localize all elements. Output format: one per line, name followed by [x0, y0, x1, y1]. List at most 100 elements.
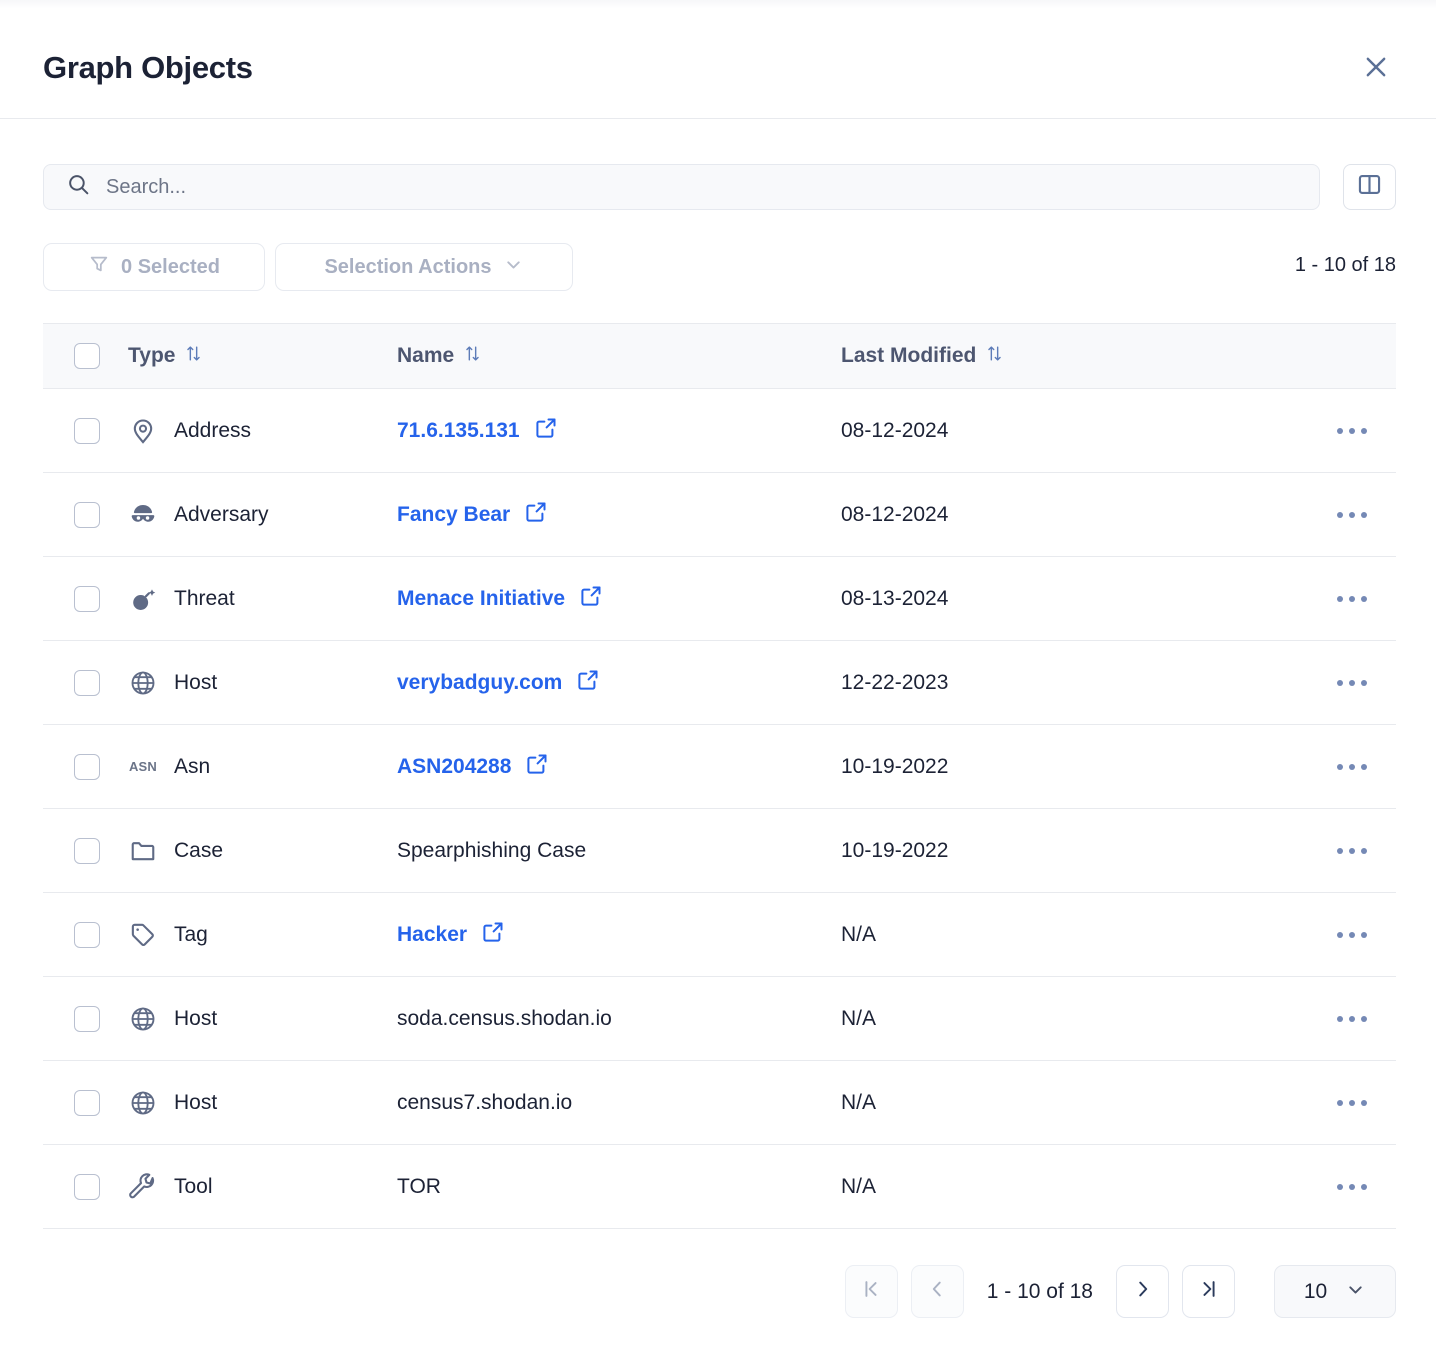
row-type-label: Tool: [174, 1175, 213, 1199]
ellipsis-icon[interactable]: [1333, 756, 1371, 778]
row-checkbox[interactable]: [74, 754, 100, 780]
table-row[interactable]: ThreatMenace Initiative08-13-2024: [43, 557, 1396, 641]
ellipsis-icon[interactable]: [1333, 1092, 1371, 1114]
row-checkbox[interactable]: [74, 838, 100, 864]
page-size-select[interactable]: 10: [1274, 1265, 1396, 1318]
row-name-cell: 71.6.135.131: [397, 416, 841, 445]
row-checkbox[interactable]: [74, 1174, 100, 1200]
ellipsis-icon[interactable]: [1333, 924, 1371, 946]
select-all-checkbox[interactable]: [74, 343, 100, 369]
row-type-cell: Host: [128, 1088, 397, 1118]
dialog-header: Graph Objects: [0, 8, 1436, 119]
row-checkbox[interactable]: [74, 670, 100, 696]
row-actions-cell: [1311, 672, 1396, 694]
panel-toggle-button[interactable]: [1343, 164, 1396, 210]
table-row[interactable]: ASNAsnASN20428810-19-2022: [43, 725, 1396, 809]
sort-updown-icon[interactable]: [463, 344, 482, 369]
filter-funnel-icon: [88, 253, 110, 281]
row-type-label: Address: [174, 419, 251, 443]
ellipsis-icon[interactable]: [1333, 588, 1371, 610]
table-row[interactable]: Case Spearphishing Case 10-19-2022: [43, 809, 1396, 893]
row-name-link[interactable]: Hacker: [397, 923, 467, 947]
external-link-icon[interactable]: [525, 752, 549, 781]
row-actions-cell: [1311, 1092, 1396, 1114]
table-row[interactable]: Hostcensus7.shodan.ioN/A: [43, 1061, 1396, 1145]
row-type-cell: Adversary: [128, 500, 397, 530]
search-input[interactable]: [106, 176, 1256, 199]
sort-updown-icon[interactable]: [985, 344, 1004, 369]
selection-actions-label: Selection Actions: [324, 256, 491, 279]
row-name-text: Spearphishing Case: [397, 839, 586, 863]
table-row[interactable]: Hostverybadguy.com12-22-2023: [43, 641, 1396, 725]
row-type-cell: Tag: [128, 920, 397, 950]
ellipsis-icon[interactable]: [1333, 672, 1371, 694]
external-link-icon[interactable]: [524, 500, 548, 529]
page-last-icon: [1198, 1278, 1220, 1305]
row-name-link[interactable]: verybadguy.com: [397, 671, 562, 695]
column-header-last-modified[interactable]: Last Modified: [841, 344, 1311, 369]
column-header-name[interactable]: Name: [397, 344, 841, 369]
ellipsis-icon[interactable]: [1333, 1008, 1371, 1030]
row-last-modified-cell: N/A: [841, 923, 1311, 947]
external-link-icon[interactable]: [576, 668, 600, 697]
table-row[interactable]: Address 71.6.135.131 08-12-2024: [43, 389, 1396, 473]
table-row[interactable]: AdversaryFancy Bear 08-12-2024: [43, 473, 1396, 557]
selected-count-button[interactable]: 0 Selected: [43, 243, 265, 291]
pagination-first-button[interactable]: [845, 1265, 898, 1318]
ellipsis-icon[interactable]: [1333, 420, 1371, 442]
row-name-link[interactable]: Menace Initiative: [397, 587, 565, 611]
row-name-cell: TOR: [397, 1175, 841, 1199]
row-actions-cell: [1311, 588, 1396, 610]
external-link-icon[interactable]: [534, 416, 558, 445]
selection-actions-button[interactable]: Selection Actions: [275, 243, 573, 291]
row-name-link[interactable]: ASN204288: [397, 755, 511, 779]
table-body: Address71.6.135.13108-12-2024AdversaryFa…: [43, 389, 1396, 1229]
row-checkbox[interactable]: [74, 418, 100, 444]
row-last-modified-cell: 08-13-2024: [841, 587, 1311, 611]
row-actions-cell: [1311, 1176, 1396, 1198]
row-last-modified-label: 12-22-2023: [841, 671, 948, 695]
row-last-modified-label: 08-12-2024: [841, 419, 948, 443]
column-header-type[interactable]: Type: [128, 344, 397, 369]
globe-icon: [128, 1088, 158, 1118]
pagination: 1 - 10 of 18 10: [845, 1265, 1396, 1318]
table-row[interactable]: Hostsoda.census.shodan.ioN/A: [43, 977, 1396, 1061]
row-name-link[interactable]: Fancy Bear: [397, 503, 510, 527]
row-checkbox[interactable]: [74, 586, 100, 612]
row-checkbox[interactable]: [74, 1006, 100, 1032]
actions-row: 0 Selected Selection Actions 1 - 10 of 1…: [43, 243, 1396, 291]
row-last-modified-label: N/A: [841, 1175, 876, 1199]
row-actions-cell: [1311, 1008, 1396, 1030]
row-type-label: Case: [174, 839, 223, 863]
folder-icon: [128, 836, 158, 866]
ellipsis-icon[interactable]: [1333, 1176, 1371, 1198]
pagination-last-button[interactable]: [1182, 1265, 1235, 1318]
row-checkbox[interactable]: [74, 502, 100, 528]
ellipsis-icon[interactable]: [1333, 840, 1371, 862]
page-title: Graph Objects: [43, 52, 253, 83]
globe-icon: [128, 668, 158, 698]
search-field-wrapper[interactable]: [43, 164, 1320, 210]
ellipsis-icon[interactable]: [1333, 504, 1371, 526]
row-last-modified-label: 08-12-2024: [841, 503, 948, 527]
external-link-icon[interactable]: [481, 920, 505, 949]
row-name-cell: Hacker: [397, 920, 841, 949]
pagination-prev-button[interactable]: [911, 1265, 964, 1318]
external-link-icon[interactable]: [579, 584, 603, 613]
row-select-cell: [43, 502, 128, 528]
row-last-modified-cell: N/A: [841, 1091, 1311, 1115]
row-type-label: Host: [174, 1007, 217, 1031]
row-select-cell: [43, 838, 128, 864]
close-button[interactable]: [1356, 48, 1396, 88]
top-edge-band: [0, 0, 1436, 8]
table-row[interactable]: Tool TORN/A: [43, 1145, 1396, 1229]
row-name-link[interactable]: 71.6.135.131: [397, 419, 520, 443]
row-last-modified-label: 10-19-2022: [841, 839, 948, 863]
row-checkbox[interactable]: [74, 1090, 100, 1116]
table-row[interactable]: TagHacker N/A: [43, 893, 1396, 977]
row-checkbox[interactable]: [74, 922, 100, 948]
pagination-next-button[interactable]: [1116, 1265, 1169, 1318]
chevron-down-icon: [1345, 1279, 1366, 1305]
table-header-row: Type Name: [43, 323, 1396, 389]
sort-updown-icon[interactable]: [184, 344, 203, 369]
